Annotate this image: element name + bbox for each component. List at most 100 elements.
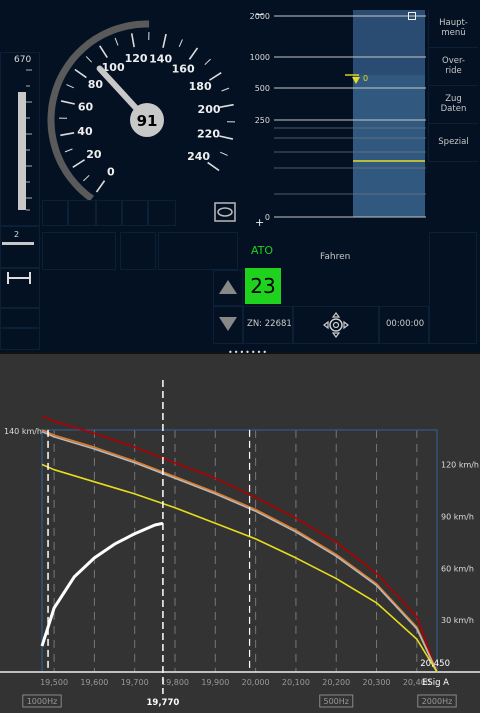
- speed-scale-label: 80: [88, 78, 104, 91]
- mid-frame-3: [158, 232, 238, 270]
- y-tick-label: 60 km/h: [441, 564, 474, 573]
- distance-bar: [2, 242, 34, 245]
- x-tick-label: 20,000: [242, 678, 270, 687]
- mid-frame-2: [120, 232, 156, 270]
- speed-tick: [85, 56, 93, 63]
- speed-scale-label: 20: [86, 148, 102, 161]
- x-tick-label: 20,300: [363, 678, 391, 687]
- frequency-label: 2000Hz: [422, 697, 453, 706]
- x-tick-label: 20,100: [282, 678, 310, 687]
- speed-tick: [178, 39, 183, 47]
- menu-hauptmenu-button[interactable]: Haupt- menü: [428, 10, 478, 48]
- x-tick-label: 19,800: [161, 678, 189, 687]
- planning-blue-band-inner: [353, 75, 425, 217]
- speed-tick: [221, 87, 230, 92]
- curve-series-4: [40, 521, 164, 647]
- gauge-max-label: 670: [14, 55, 32, 65]
- speed-scale-label: 120: [125, 52, 148, 65]
- gauge-ticks: [26, 69, 32, 211]
- planning-square-icon[interactable]: [408, 12, 416, 20]
- y-tick-label: 30 km/h: [441, 616, 474, 625]
- x-tick-label: 19,700: [121, 678, 149, 687]
- speed-tick: [207, 161, 220, 172]
- planning-scale-label: 250: [255, 116, 270, 125]
- speed-tick: [219, 135, 234, 140]
- planning-area: 200010005002500: [250, 10, 426, 222]
- position-marker-label: 19,770: [147, 698, 180, 708]
- speedometer: 020406080100120 140160180200220240: [47, 20, 235, 200]
- frequency-label: 500Hz: [323, 697, 348, 706]
- speed-tick: [74, 68, 87, 79]
- speed-tick: [114, 37, 119, 46]
- frequency-label: 1000Hz: [27, 697, 58, 706]
- menu-override-button[interactable]: Over- ride: [428, 48, 478, 86]
- distance-frame: [0, 226, 40, 268]
- speed-tick: [72, 159, 86, 168]
- sub-box-4: [122, 200, 148, 226]
- curve-series-0: [41, 415, 438, 673]
- y-tick-label: 90 km/h: [441, 512, 474, 521]
- sub-box-1: [42, 200, 68, 226]
- speed-scale-label: 0: [107, 166, 115, 179]
- arrow-down-icon[interactable]: [219, 317, 237, 331]
- speed-tick: [188, 47, 199, 60]
- speed-tick: [95, 180, 106, 193]
- speed-tick: [220, 151, 228, 156]
- menu-zugdaten-button[interactable]: Zug Daten: [428, 86, 478, 124]
- planning-plus-label: +: [255, 216, 265, 229]
- speed-tick: [60, 100, 75, 105]
- sub-box-3: [96, 200, 122, 226]
- x-tick-label: 20,200: [322, 678, 350, 687]
- distance-label: 2: [14, 230, 20, 239]
- dmi-panel: 670 2 0 20 40 60 80 100 120 140 160 180 200 220 240 …: [0, 0, 480, 352]
- left-speed-label: 140 km/h: [4, 427, 42, 436]
- planning-scale-label: 500: [255, 84, 270, 93]
- green-value-box: 23: [245, 268, 281, 304]
- end-position-label: 20,450: [420, 659, 450, 669]
- arrow-up-icon[interactable]: [219, 280, 237, 294]
- planning-scale-label: 0: [265, 213, 270, 222]
- y-tick-label: 120 km/h: [441, 461, 479, 470]
- x-tick-label: 19,500: [40, 678, 68, 687]
- speed-tick: [204, 58, 211, 66]
- speed-scale-label: 60: [78, 100, 94, 113]
- sub-box-5: [148, 200, 176, 226]
- left-bottom-frame-1: [0, 308, 40, 328]
- speed-value: 91: [136, 112, 158, 130]
- braking-curve-chart: 19,500 19,600 19,700 19,800 19,900 20,000 20,1…: [0, 380, 480, 708]
- settings-icon[interactable]: [323, 312, 349, 338]
- speed-scale-label: 180: [189, 80, 212, 93]
- planning-minus-label: −: [255, 8, 265, 21]
- speed-tick: [99, 45, 108, 59]
- mode-label: Fahren: [320, 252, 351, 262]
- speed-scale-label: 140: [149, 52, 172, 65]
- signal-label: ESig A: [422, 678, 449, 688]
- speed-tick: [219, 103, 234, 108]
- right-bottom-frame: [429, 232, 477, 344]
- train-number: ZN: 22681: [247, 319, 292, 329]
- speed-tick: [64, 148, 73, 153]
- menu-spezial-button[interactable]: Spezial: [428, 124, 478, 162]
- clock: 00:00:00: [386, 319, 425, 329]
- speed-scale-label: 240: [187, 150, 210, 163]
- speed-scale-label: 200: [198, 103, 221, 116]
- sub-box-2: [68, 200, 96, 226]
- speed-scale-label: 40: [77, 125, 93, 138]
- speed-tick: [66, 84, 74, 89]
- speed-tick: [60, 132, 75, 137]
- speed-tick: [130, 33, 135, 48]
- speed-limit-frame: [41, 429, 438, 673]
- speed-tick: [83, 174, 90, 182]
- speed-tick: [162, 33, 167, 48]
- speed-scale-label: 220: [197, 128, 220, 141]
- curve-series-3: [41, 463, 438, 673]
- eye-icon: [214, 202, 236, 222]
- x-tick-label: 19,600: [80, 678, 108, 687]
- track-end-icon: [7, 272, 31, 284]
- x-tick-label: 19,900: [201, 678, 229, 687]
- speed-tick: [208, 72, 222, 81]
- ato-label: ATO: [251, 244, 274, 257]
- curve-series-1: [41, 429, 438, 673]
- left-bottom-frame-2: [0, 328, 40, 350]
- planning-scale-label: 1000: [250, 53, 270, 62]
